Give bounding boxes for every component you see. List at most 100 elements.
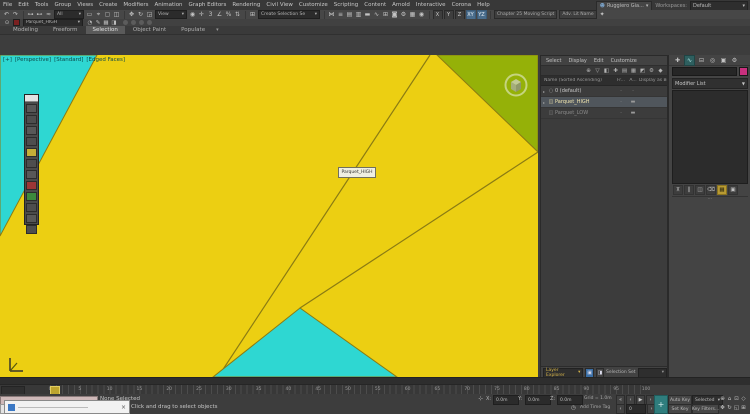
use-pivot-center-icon[interactable]: ◉ xyxy=(188,10,197,19)
fov-icon[interactable]: ◇ xyxy=(740,395,747,403)
ribbon-toggle-icon[interactable]: ▬ xyxy=(363,10,372,19)
scene-row-parquet-low[interactable]: ◫Parquet_LOW·▬ xyxy=(541,108,667,119)
ref-coord-dropdown[interactable]: View▾ xyxy=(155,10,187,19)
scene-row-0-default-[interactable]: ▸◌0 (default)·· xyxy=(541,86,667,97)
explorer-menu-select[interactable]: Select xyxy=(543,58,564,64)
pin-stack-icon[interactable]: ⊼ xyxy=(673,185,683,195)
undo-icon[interactable]: ↶ xyxy=(2,10,11,19)
a-cell[interactable]: · xyxy=(627,88,639,94)
layer-explorer-toggle-icon[interactable]: ▥ xyxy=(354,10,363,19)
menu-file[interactable]: File xyxy=(0,0,15,10)
palette-button[interactable] xyxy=(26,159,37,168)
menu-arnold[interactable]: Arnold xyxy=(389,0,413,10)
configure-modifier-icon[interactable]: ▦ xyxy=(717,185,727,195)
render-frame-icon[interactable]: ▦ xyxy=(408,10,417,19)
orbit-icon[interactable]: ↻ xyxy=(726,404,733,412)
scene-row-parquet-high[interactable]: ▸◫Parquet_HIGH·▬ xyxy=(541,97,667,108)
menu-civil-view[interactable]: Civil View xyxy=(263,0,295,10)
render-icon[interactable]: ◉ xyxy=(417,10,426,19)
xy-plane-button[interactable]: XY xyxy=(466,10,476,20)
palette-button[interactable] xyxy=(26,203,37,212)
align-icon[interactable]: ≡ xyxy=(336,10,345,19)
shade-select-icon[interactable]: ◨ xyxy=(110,20,118,26)
pick-parent-button[interactable]: ◨ xyxy=(596,368,604,378)
palette-button[interactable] xyxy=(26,192,37,201)
camera-filter-icon[interactable]: ⚙ xyxy=(647,68,656,74)
tab-populate[interactable]: Populate xyxy=(174,26,212,34)
select-object-icon[interactable]: ▭ xyxy=(85,10,94,19)
frozen-cell[interactable]: · xyxy=(615,99,627,105)
menu-customize[interactable]: Customize xyxy=(296,0,331,10)
mirror-icon[interactable]: ⋈ xyxy=(327,10,336,19)
viewport-pov-label[interactable]: [Perspective] xyxy=(15,57,51,63)
zoom-all-icon[interactable]: ⌂ xyxy=(726,395,733,403)
shape-filter-icon[interactable]: ▦ xyxy=(629,68,638,74)
a-cell[interactable]: ▬ xyxy=(627,110,639,116)
script-button-1[interactable]: Chapter 25 Moving Script xyxy=(494,10,557,19)
rollout-divider[interactable]: ⋯ xyxy=(672,196,748,201)
menu-edit[interactable]: Edit xyxy=(15,0,32,10)
object-name-field[interactable] xyxy=(672,67,737,76)
y-constraint-button[interactable]: Y xyxy=(444,10,454,20)
select-by-name-icon[interactable]: ⌖ xyxy=(94,10,103,19)
palette-button[interactable] xyxy=(26,225,37,234)
viewport-menu-icon[interactable]: [+] xyxy=(3,57,12,63)
geometry-filter-icon[interactable]: ▤ xyxy=(620,68,629,74)
modifier-list-dropdown[interactable]: Modifier List ▼ xyxy=(672,78,748,89)
add-keyframe-button[interactable]: + xyxy=(654,395,668,414)
lock-explorer-icon[interactable]: ◧ xyxy=(602,68,611,74)
maximize-viewport-icon[interactable]: ◱ xyxy=(733,404,740,412)
render-setup-icon[interactable]: ⚙ xyxy=(399,10,408,19)
modify-tab[interactable]: ∿ xyxy=(684,55,695,66)
edit-poly-icon[interactable]: ▣ xyxy=(728,185,738,195)
edit-named-sets-icon[interactable]: ⊞ xyxy=(248,10,257,19)
percent-snap-icon[interactable]: % xyxy=(224,10,233,19)
selection-set-dropdown[interactable]: ▾ xyxy=(638,368,667,378)
viewport-label[interactable]: [+][Perspective][Standard][Edged Faces] xyxy=(3,57,125,63)
selection-region-icon[interactable]: ▢ xyxy=(103,10,112,19)
scene-explorer-header[interactable]: Name (Sorted Ascending) Fr... A... Displ… xyxy=(541,76,667,86)
scale-icon[interactable]: ◲ xyxy=(145,10,154,19)
palette-title-bar[interactable] xyxy=(25,95,38,102)
move-icon[interactable]: ✥ xyxy=(127,10,136,19)
pan-icon[interactable]: ✥ xyxy=(719,404,726,412)
menu-views[interactable]: Views xyxy=(74,0,96,10)
menu-help[interactable]: Help xyxy=(474,0,493,10)
named-selection-sets-dropdown[interactable]: Create Selection Se▾ xyxy=(258,10,320,19)
light-filter-icon[interactable]: ◩ xyxy=(638,68,647,74)
tab-selection[interactable]: Selection xyxy=(86,26,125,34)
show-end-result-icon[interactable]: ∥ xyxy=(684,185,694,195)
angle-snap-icon[interactable]: ∠ xyxy=(215,10,224,19)
menu-scripting[interactable]: Scripting xyxy=(331,0,361,10)
palette-button[interactable] xyxy=(26,104,37,113)
name-column-header[interactable]: Name (Sorted Ascending) xyxy=(541,78,615,83)
palette-button[interactable] xyxy=(26,214,37,223)
palette-button[interactable] xyxy=(26,115,37,124)
palette-button[interactable] xyxy=(26,181,37,190)
helper-filter-icon[interactable]: ◆ xyxy=(656,68,665,74)
x-constraint-button[interactable]: X xyxy=(433,10,443,20)
add-time-tag[interactable]: Add Time Tag xyxy=(580,405,610,410)
hierarchy-tab[interactable]: ⊟ xyxy=(697,56,706,65)
make-unique-icon[interactable]: ◫ xyxy=(695,185,705,195)
spinner-snap-icon[interactable]: ⇅ xyxy=(233,10,242,19)
palette-button[interactable] xyxy=(26,137,37,146)
script-button-2[interactable]: Adv. Lit Name xyxy=(559,10,596,19)
scene-explorer-toggle-icon[interactable]: ▤ xyxy=(345,10,354,19)
modifier-stack-list[interactable] xyxy=(672,90,748,184)
a-cell[interactable]: ▬ xyxy=(627,99,639,105)
viewport-shading-label[interactable]: [Standard] xyxy=(54,57,83,63)
snap-toggle-icon[interactable]: 3 xyxy=(206,10,215,19)
a-column-header[interactable]: A... xyxy=(627,78,639,83)
coord-field-y[interactable]: 0.0m xyxy=(525,395,551,405)
menu-content[interactable]: Content xyxy=(361,0,389,10)
frozen-cell[interactable]: · xyxy=(615,110,627,116)
find-icon[interactable]: ⊕ xyxy=(584,68,593,74)
notification-toast[interactable]: × xyxy=(4,400,130,414)
grid-select-icon[interactable]: ▦ xyxy=(102,20,110,26)
tab-object-paint[interactable]: Object Paint xyxy=(126,26,173,34)
curve-editor-icon[interactable]: ∿ xyxy=(372,10,381,19)
tab-modeling[interactable]: Modeling xyxy=(6,26,45,34)
create-tab[interactable]: ✚ xyxy=(673,56,682,65)
menu-corona[interactable]: Corona xyxy=(449,0,475,10)
